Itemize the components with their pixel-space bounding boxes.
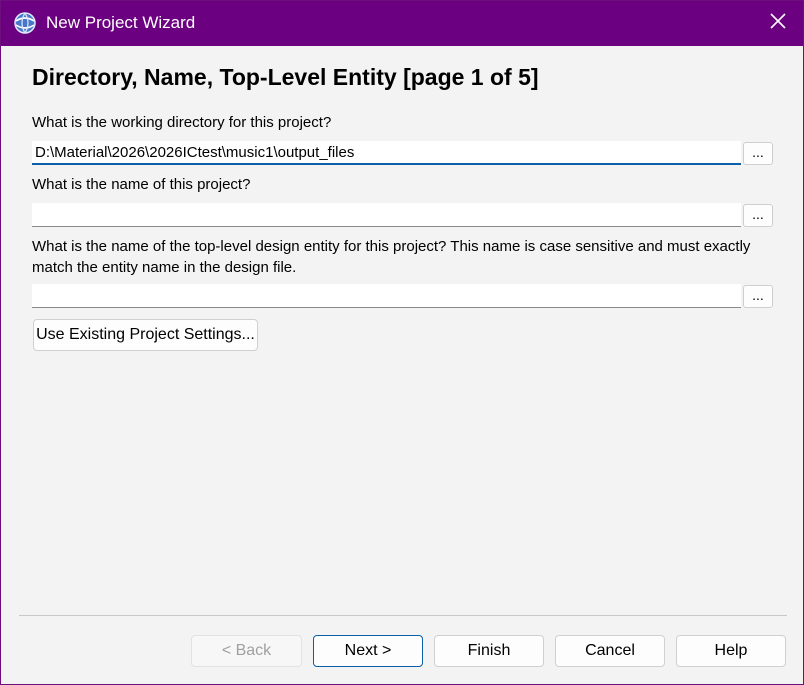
title-bar: New Project Wizard xyxy=(1,1,803,46)
project-name-input[interactable] xyxy=(32,203,741,227)
project-name-label: What is the name of this project? xyxy=(32,176,251,193)
top-level-entity-input[interactable] xyxy=(32,284,741,308)
project-name-browse-button[interactable]: ... xyxy=(743,204,773,227)
footer-separator xyxy=(19,615,787,616)
quartus-globe-icon xyxy=(13,11,37,35)
working-directory-browse-button[interactable]: ... xyxy=(743,142,773,165)
top-level-entity-label: What is the name of the top-level design… xyxy=(32,238,751,276)
page-heading: Directory, Name, Top-Level Entity [page … xyxy=(32,64,539,90)
use-existing-project-settings-button[interactable]: Use Existing Project Settings... xyxy=(33,319,258,351)
cancel-button[interactable]: Cancel xyxy=(555,635,665,667)
new-project-wizard-window: New Project Wizard Directory, Name, Top-… xyxy=(0,0,804,685)
close-button[interactable] xyxy=(751,1,803,46)
finish-button[interactable]: Finish xyxy=(434,635,544,667)
window-title: New Project Wizard xyxy=(46,13,196,32)
close-icon xyxy=(769,12,787,35)
next-button[interactable]: Next > xyxy=(313,635,423,667)
back-button[interactable]: < Back xyxy=(191,635,302,667)
top-level-entity-browse-button[interactable]: ... xyxy=(743,285,773,308)
working-directory-input[interactable] xyxy=(32,141,741,165)
working-directory-label: What is the working directory for this p… xyxy=(32,114,332,131)
help-button[interactable]: Help xyxy=(676,635,786,667)
